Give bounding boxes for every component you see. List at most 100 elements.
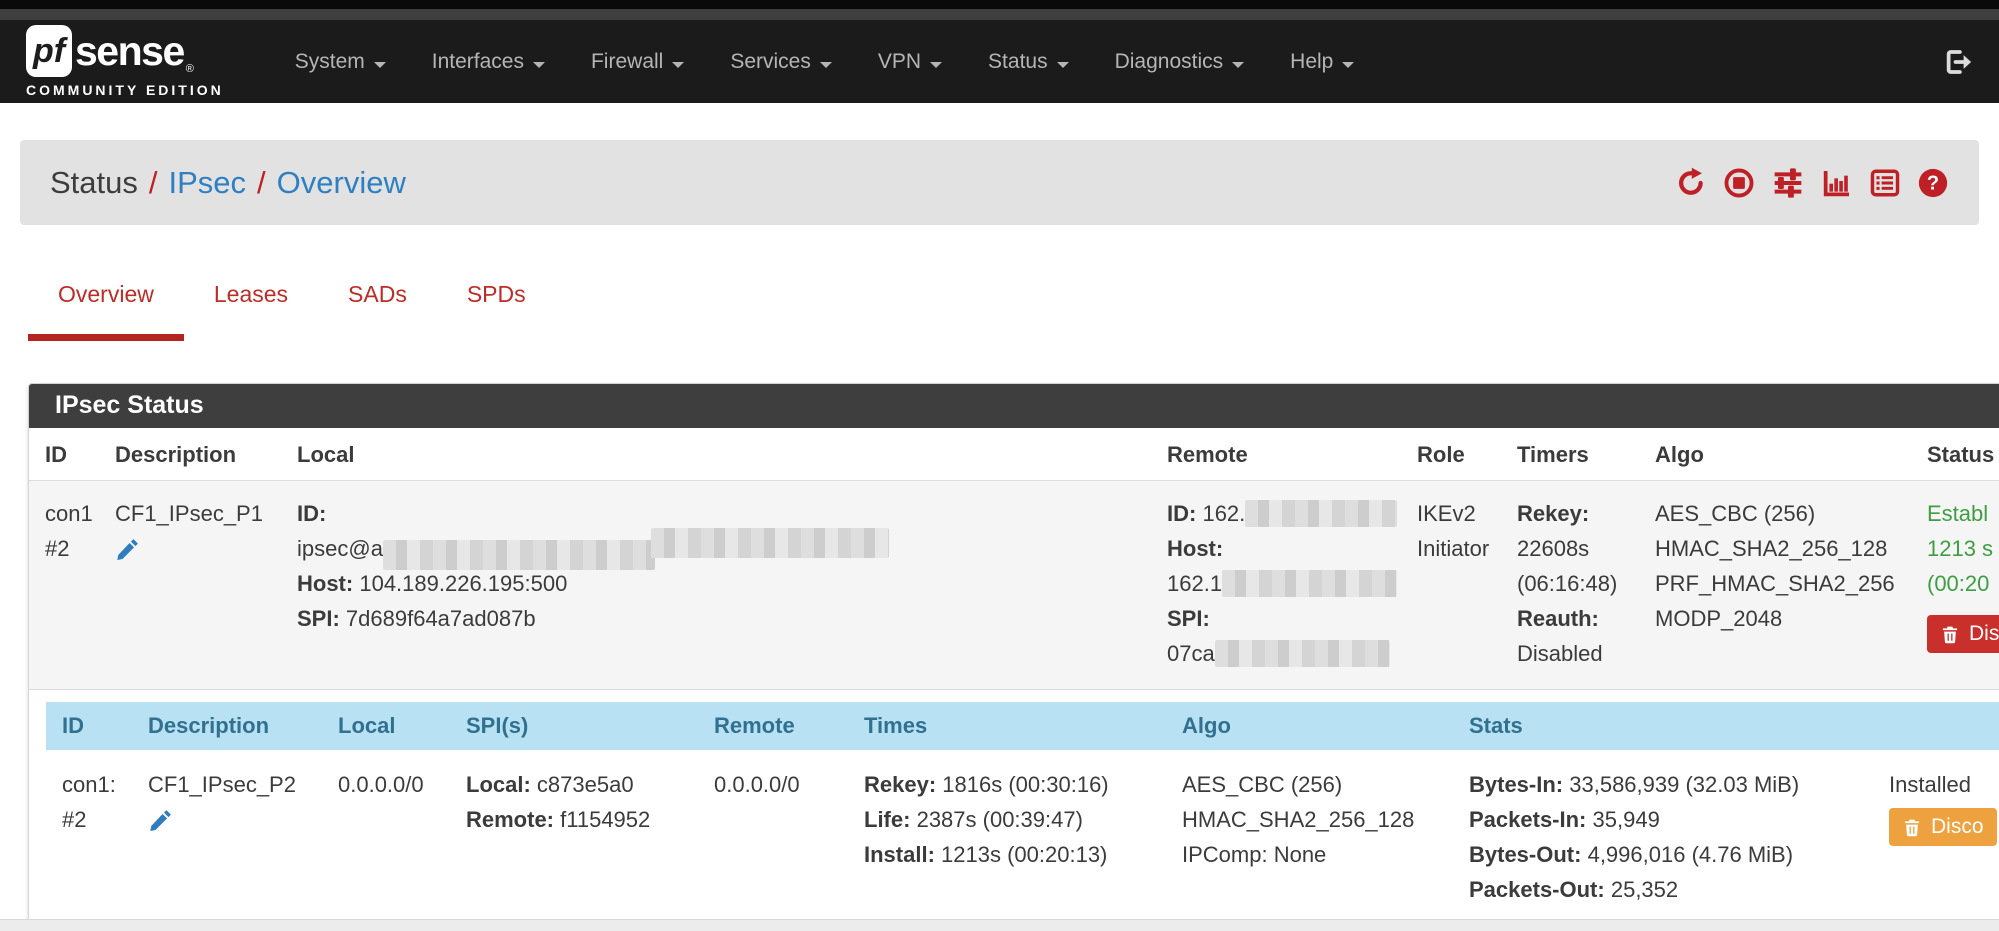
child-sa-row: con1: #2 CF1_IPsec_P2 0.0.0.0/0 Local: c… (46, 750, 1999, 925)
pfsense-logo[interactable]: pf sense ® COMMUNITY EDITION (26, 25, 224, 98)
packets-in-label: Packets-In: (1469, 807, 1586, 832)
cell-description: CF1_IPsec_P2 (132, 750, 322, 925)
local-host-value: 104.189.226.195:500 (359, 571, 567, 596)
bytes-in-label: Bytes-In: (1469, 772, 1563, 797)
question-glyph: ? (1927, 172, 1939, 194)
refresh-icon[interactable] (1675, 167, 1707, 199)
panel-title: IPsec Status (29, 384, 1999, 428)
redacted-block (1222, 570, 1397, 597)
col-header-status: Status (1911, 428, 1999, 481)
breadcrumb-separator: / (138, 165, 169, 200)
nav-item-system[interactable]: System (272, 50, 409, 74)
chevron-down-icon (1342, 62, 1354, 68)
nav-menu: System Interfaces Firewall Services VPN … (272, 50, 1378, 74)
stop-circle-icon[interactable] (1723, 167, 1755, 199)
bytes-out-label: Bytes-Out: (1469, 842, 1581, 867)
edit-pencil-icon[interactable] (148, 808, 173, 843)
nav-item-diagnostics[interactable]: Diagnostics (1092, 50, 1268, 74)
logo-subtitle: COMMUNITY EDITION (26, 82, 224, 98)
child-header-row: ID Description Local SPI(s) Remote Times… (46, 702, 1999, 750)
col-header-local: Local (322, 702, 450, 750)
cell-algo: AES_CBC (256) HMAC_SHA2_256_128 IPComp: … (1166, 750, 1453, 925)
cell-status: Installed Disco (1873, 750, 1999, 925)
breadcrumb-bar: Status/IPsec/Overview ? (20, 140, 1979, 225)
role-value: Initiator (1417, 531, 1501, 566)
cell-spis: Local: c873e5a0 Remote: f1154952 (450, 750, 698, 925)
nav-item-label: Diagnostics (1115, 50, 1224, 73)
rekey-label: Rekey: (864, 772, 936, 797)
remote-spi-value: 07ca (1167, 641, 1215, 666)
nav-item-firewall[interactable]: Firewall (568, 50, 707, 74)
host-label: Host: (297, 571, 353, 596)
spi-label: SPI: (297, 606, 340, 631)
cell-times: Rekey: 1816s (00:30:16) Life: 2387s (00:… (848, 750, 1166, 925)
spi-remote-label: Remote: (466, 807, 554, 832)
disconnect-child-button[interactable]: Disco (1889, 808, 1997, 846)
nav-item-vpn[interactable]: VPN (855, 50, 965, 74)
ike-sa-row: con1 #2 CF1_IPsec_P1 ID: ipsec@a Host: 1… (29, 481, 1999, 690)
disconnect-label: Disco (1931, 815, 1984, 839)
page-action-icons: ? (1675, 167, 1949, 199)
rekey-time: (06:16:48) (1517, 566, 1639, 601)
connection-id: con1 (45, 496, 99, 531)
window-top-strip (0, 0, 1999, 9)
spi-local-value: c873e5a0 (537, 772, 634, 797)
col-header-algo: Algo (1639, 428, 1911, 481)
col-header-remote: Remote (698, 702, 848, 750)
tab-overview[interactable]: Overview (28, 281, 184, 341)
nav-item-status[interactable]: Status (965, 50, 1092, 74)
logo-text: sense (75, 31, 184, 72)
sign-out-icon[interactable] (1943, 47, 1973, 77)
spi-label: SPI: (1167, 606, 1210, 631)
id-label: ID: (297, 501, 326, 526)
algo-encryption: AES_CBC (256) (1182, 767, 1453, 802)
cell-id: con1: #2 (46, 750, 132, 925)
col-header-id: ID (46, 702, 132, 750)
logo-row: pf sense ® (26, 25, 224, 77)
remote-network: 0.0.0.0/0 (714, 767, 848, 802)
packets-out-value: 25,352 (1611, 877, 1678, 902)
nav-item-services[interactable]: Services (707, 50, 855, 74)
rekey-label: Rekey: (1517, 496, 1639, 531)
col-header-role: Role (1401, 428, 1501, 481)
tab-sads[interactable]: SADs (318, 281, 437, 341)
edit-pencil-icon[interactable] (115, 537, 140, 572)
tab-spds[interactable]: SPDs (437, 281, 556, 341)
chevron-down-icon (672, 62, 684, 68)
sa-number: #2 (62, 802, 132, 837)
cell-remote: ID: 162. Host: 162.1 SPI: 07ca (1151, 481, 1401, 690)
local-spi-value: 7d689f64a7ad087b (346, 606, 536, 631)
redacted-block (1245, 500, 1397, 527)
col-header-remote: Remote (1151, 428, 1401, 481)
breadcrumb-link-overview[interactable]: Overview (277, 165, 406, 200)
cell-role: IKEv2 Initiator (1401, 481, 1501, 690)
ike-version: IKEv2 (1417, 496, 1501, 531)
algo-dh-group: MODP_2048 (1655, 601, 1911, 636)
redacted-block (1215, 640, 1390, 667)
status-uptime-clock: (00:20 (1927, 566, 1999, 601)
child-sa-table: ID Description Local SPI(s) Remote Times… (46, 702, 1999, 925)
breadcrumb-section: Status (50, 165, 138, 200)
nav-item-help[interactable]: Help (1267, 50, 1377, 74)
pf-tile-icon: pf (26, 25, 72, 77)
nav-item-interfaces[interactable]: Interfaces (409, 50, 568, 74)
chevron-down-icon (533, 62, 545, 68)
bar-chart-icon[interactable] (1821, 167, 1853, 199)
cell-status: Establ 1213 s (00:20 Dis (1911, 481, 1999, 690)
algo-integrity: HMAC_SHA2_256_128 (1655, 531, 1911, 566)
cell-description: CF1_IPsec_P1 (99, 481, 281, 690)
nav-item-label: Help (1290, 50, 1333, 73)
sliders-icon[interactable] (1771, 167, 1805, 199)
breadcrumb: Status/IPsec/Overview (50, 165, 406, 201)
window-sub-strip (0, 9, 1999, 20)
reauth-label: Reauth: (1517, 601, 1639, 636)
tab-leases[interactable]: Leases (184, 281, 318, 341)
breadcrumb-link-ipsec[interactable]: IPsec (169, 165, 247, 200)
cell-local: 0.0.0.0/0 (322, 750, 450, 925)
disconnect-button[interactable]: Dis (1927, 615, 1999, 653)
log-list-icon[interactable] (1869, 167, 1901, 199)
nav-item-label: Firewall (591, 50, 663, 73)
help-circle-icon[interactable]: ? (1917, 167, 1949, 199)
remote-host-value: 162.1 (1167, 571, 1222, 596)
col-header-id: ID (29, 428, 99, 481)
